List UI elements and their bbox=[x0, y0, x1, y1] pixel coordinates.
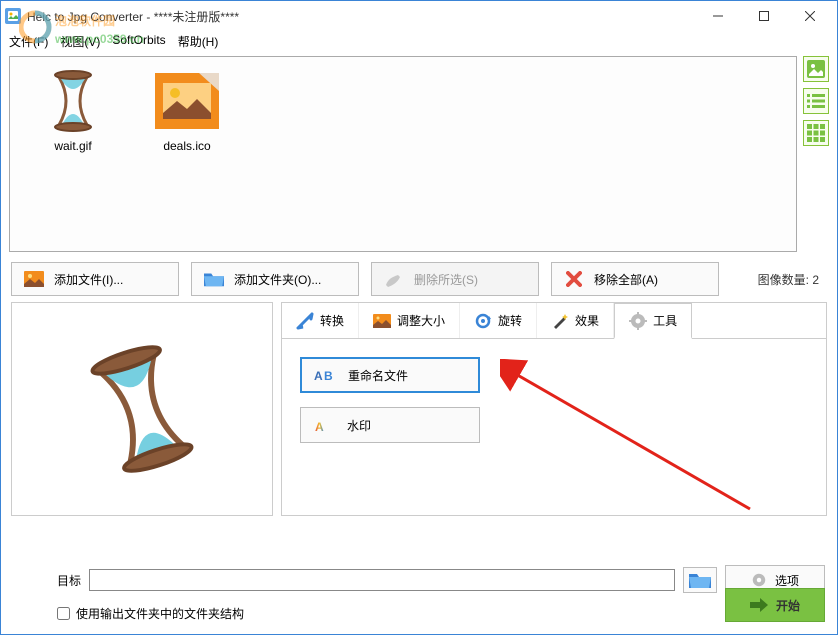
thumbnail-area[interactable]: wait.gif deals.ico bbox=[9, 56, 797, 252]
window-title: Heic to Jpg Converter - ****未注册版**** bbox=[27, 8, 695, 25]
tab-resize[interactable]: 调整大小 bbox=[359, 303, 460, 338]
hourglass-preview-icon bbox=[70, 330, 215, 488]
add-file-button[interactable]: 添加文件(I)... bbox=[11, 262, 179, 296]
gear-icon bbox=[629, 312, 647, 330]
picture-icon bbox=[155, 73, 219, 129]
folder-open-icon bbox=[689, 572, 711, 588]
tab-rotate[interactable]: 旋转 bbox=[460, 303, 537, 338]
use-folder-structure-checkbox[interactable]: 使用输出文件夹中的文件夹结构 bbox=[57, 605, 825, 622]
wand-icon bbox=[551, 312, 569, 330]
svg-text:A: A bbox=[315, 420, 324, 434]
menu-file[interactable]: 文件(F) bbox=[9, 33, 48, 50]
thumbnail-item[interactable]: deals.ico bbox=[142, 69, 232, 153]
tab-tools[interactable]: 工具 bbox=[614, 303, 692, 339]
watermark-icon: A bbox=[313, 416, 335, 434]
app-icon bbox=[5, 8, 21, 24]
brush-icon bbox=[384, 269, 404, 289]
remove-all-label: 移除全部(A) bbox=[594, 271, 658, 288]
start-button[interactable]: 开始 bbox=[725, 588, 825, 622]
maximize-button[interactable] bbox=[741, 1, 787, 31]
tab-convert[interactable]: 转换 bbox=[282, 303, 359, 338]
thumbnail-item[interactable]: wait.gif bbox=[28, 69, 118, 153]
rename-icon: AB bbox=[314, 366, 336, 384]
menu-softorbits[interactable]: SoftOrbits bbox=[112, 33, 165, 50]
minimize-button[interactable] bbox=[695, 1, 741, 31]
svg-text:B: B bbox=[324, 369, 333, 383]
arrow-right-icon bbox=[750, 598, 768, 612]
menu-help[interactable]: 帮助(H) bbox=[178, 33, 219, 50]
add-folder-button[interactable]: 添加文件夹(O)... bbox=[191, 262, 359, 296]
browse-folder-button[interactable] bbox=[683, 567, 717, 593]
destination-label: 目标 bbox=[57, 572, 81, 589]
view-list-button[interactable] bbox=[803, 88, 829, 114]
view-thumbnails-button[interactable] bbox=[803, 56, 829, 82]
folder-icon bbox=[204, 269, 224, 289]
rename-files-button[interactable]: AB 重命名文件 bbox=[300, 357, 480, 393]
svg-text:A: A bbox=[314, 369, 323, 383]
view-grid-button[interactable] bbox=[803, 120, 829, 146]
x-icon bbox=[564, 269, 584, 289]
hourglass-icon bbox=[45, 69, 101, 133]
image-count: 图像数量: 2 bbox=[758, 271, 819, 288]
add-file-label: 添加文件(I)... bbox=[54, 271, 123, 288]
tab-effects[interactable]: 效果 bbox=[537, 303, 614, 338]
thumbnail-label: deals.ico bbox=[163, 139, 210, 153]
convert-icon bbox=[296, 312, 314, 330]
use-folder-structure-input[interactable] bbox=[57, 607, 70, 620]
gear-icon bbox=[751, 572, 767, 588]
preview-pane bbox=[11, 302, 273, 516]
remove-selected-button[interactable]: 删除所选(S) bbox=[371, 262, 539, 296]
close-button[interactable] bbox=[787, 1, 833, 31]
picture-add-icon bbox=[24, 269, 44, 289]
remove-selected-label: 删除所选(S) bbox=[414, 271, 478, 288]
menu-view[interactable]: 视图(V) bbox=[60, 33, 100, 50]
destination-input[interactable] bbox=[89, 569, 675, 591]
resize-icon bbox=[373, 312, 391, 330]
rotate-icon bbox=[474, 312, 492, 330]
add-folder-label: 添加文件夹(O)... bbox=[234, 271, 321, 288]
thumbnail-label: wait.gif bbox=[54, 139, 91, 153]
remove-all-button[interactable]: 移除全部(A) bbox=[551, 262, 719, 296]
watermark-button[interactable]: A 水印 bbox=[300, 407, 480, 443]
